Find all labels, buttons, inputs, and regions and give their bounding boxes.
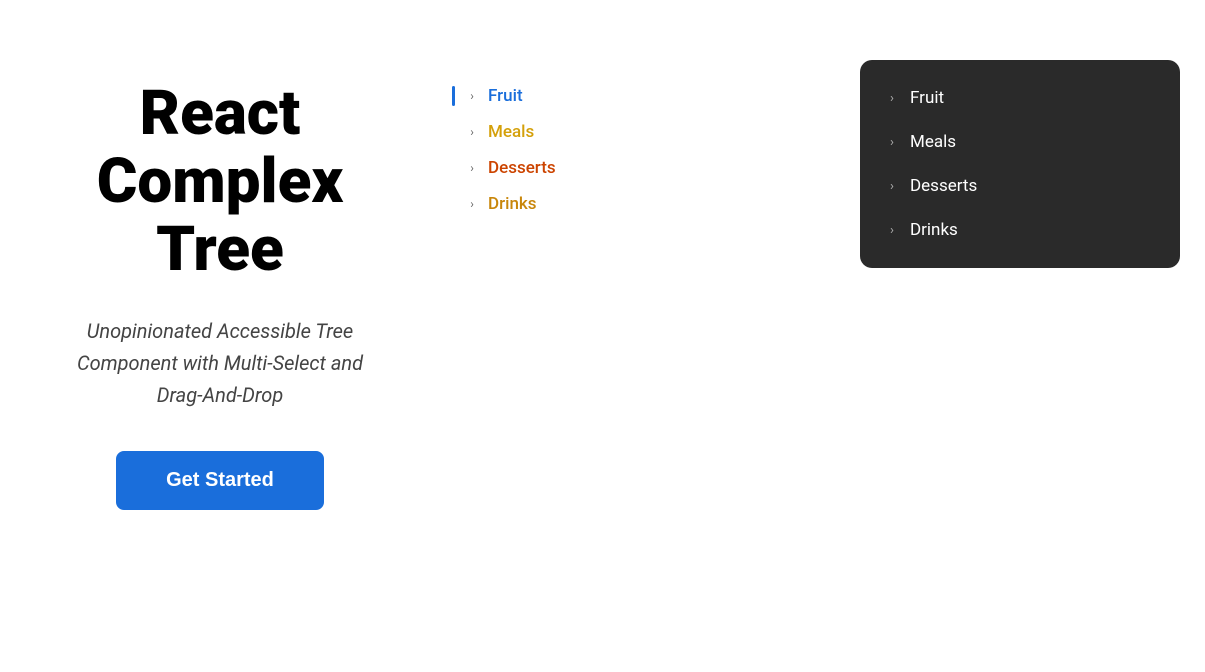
dark-tree-item-desserts[interactable]: › Desserts — [860, 164, 1180, 208]
chevron-right-icon: › — [464, 89, 480, 103]
chevron-right-icon: › — [464, 161, 480, 175]
light-tree-item-fruit[interactable]: › Fruit — [460, 80, 720, 112]
light-tree: › Fruit › Meals › Desserts › Drinks — [420, 60, 760, 240]
tree-item-label: Meals — [488, 122, 534, 142]
dark-tree: › Fruit › Meals › Desserts › Drinks — [860, 60, 1180, 268]
chevron-right-icon: › — [884, 179, 900, 194]
light-tree-item-desserts[interactable]: › Desserts — [460, 152, 720, 184]
dark-tree-item-drinks[interactable]: › Drinks — [860, 208, 1180, 252]
tree-item-label: Fruit — [488, 86, 523, 106]
get-started-button[interactable]: Get Started — [116, 451, 324, 510]
active-indicator — [452, 86, 455, 106]
dark-tree-item-meals[interactable]: › Meals — [860, 120, 1180, 164]
tree-item-label: Desserts — [488, 158, 556, 178]
hero-section: React Complex Tree Unopinionated Accessi… — [0, 60, 420, 530]
chevron-right-icon: › — [884, 91, 900, 106]
light-tree-item-meals[interactable]: › Meals — [460, 116, 720, 148]
tree-item-label: Fruit — [910, 88, 944, 108]
tree-item-label: Desserts — [910, 176, 977, 196]
tree-item-label: Meals — [910, 132, 956, 152]
tree-item-label: Drinks — [488, 194, 537, 214]
main-title: React Complex Tree — [60, 80, 380, 285]
dark-tree-item-fruit[interactable]: › Fruit — [860, 76, 1180, 120]
subtitle: Unopinionated Accessible Tree Component … — [60, 315, 380, 411]
page-container: React Complex Tree Unopinionated Accessi… — [0, 40, 1205, 550]
chevron-right-icon: › — [464, 197, 480, 211]
chevron-right-icon: › — [464, 125, 480, 139]
chevron-right-icon: › — [884, 223, 900, 238]
tree-item-label: Drinks — [910, 220, 958, 240]
chevron-right-icon: › — [884, 135, 900, 150]
light-tree-item-drinks[interactable]: › Drinks — [460, 188, 720, 220]
